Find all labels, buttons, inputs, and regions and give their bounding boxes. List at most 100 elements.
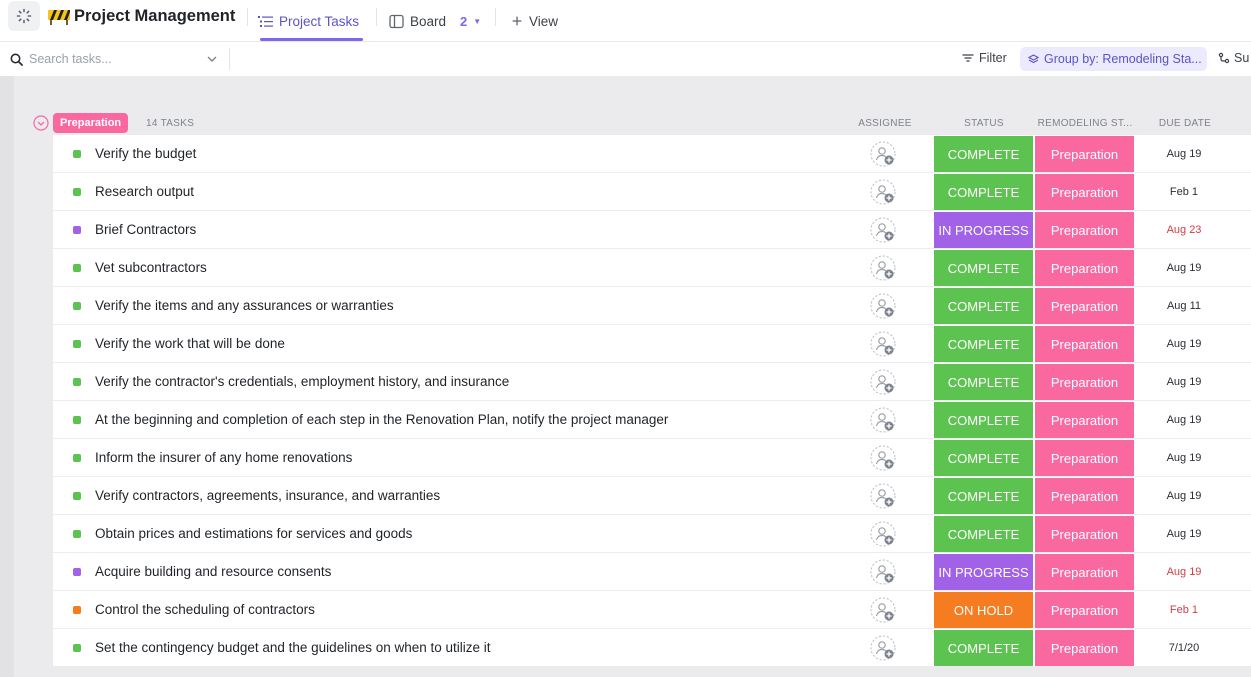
add-assignee-icon[interactable] xyxy=(870,179,897,206)
task-name[interactable]: Acquire building and resource consents xyxy=(95,564,331,579)
page-title[interactable]: Project Management xyxy=(48,6,235,26)
status-badge[interactable]: ON HOLD xyxy=(934,592,1033,628)
due-date[interactable]: Aug 19 xyxy=(1145,490,1223,502)
status-badge[interactable]: COMPLETE xyxy=(934,402,1033,438)
column-header-status[interactable]: STATUS xyxy=(934,118,1034,129)
workspace-spinner-button[interactable] xyxy=(8,1,40,31)
task-name[interactable]: Verify the contractor's credentials, emp… xyxy=(95,374,509,389)
status-badge[interactable]: COMPLETE xyxy=(934,288,1033,324)
remodeling-stage-badge[interactable]: Preparation xyxy=(1035,478,1134,514)
column-header-due-date[interactable]: DUE DATE xyxy=(1145,118,1225,129)
remodeling-stage-badge[interactable]: Preparation xyxy=(1035,402,1134,438)
add-assignee-icon[interactable] xyxy=(870,521,897,548)
remodeling-stage-badge[interactable]: Preparation xyxy=(1035,212,1134,248)
task-name[interactable]: Verify the budget xyxy=(95,146,196,161)
search-box[interactable] xyxy=(10,52,199,66)
status-badge[interactable]: COMPLETE xyxy=(934,516,1033,552)
task-name[interactable]: Set the contingency budget and the guide… xyxy=(95,640,491,655)
due-date[interactable]: Aug 19 xyxy=(1145,414,1223,426)
task-name[interactable]: Vet subcontractors xyxy=(95,260,207,275)
table-row[interactable]: Vet subcontractors COMPLETE Preparation … xyxy=(53,249,1251,287)
due-date[interactable]: Aug 19 xyxy=(1145,376,1223,388)
status-badge[interactable]: COMPLETE xyxy=(934,326,1033,362)
task-name[interactable]: Verify the work that will be done xyxy=(95,336,285,351)
table-row[interactable]: Acquire building and resource consents I… xyxy=(53,553,1251,591)
table-row[interactable]: Obtain prices and estimations for servic… xyxy=(53,515,1251,553)
remodeling-stage-badge[interactable]: Preparation xyxy=(1035,364,1134,400)
status-dot[interactable] xyxy=(73,340,81,348)
status-badge[interactable]: COMPLETE xyxy=(934,478,1033,514)
status-badge[interactable]: COMPLETE xyxy=(934,440,1033,476)
status-dot[interactable] xyxy=(73,264,81,272)
task-name[interactable]: Obtain prices and estimations for servic… xyxy=(95,526,412,541)
remodeling-stage-badge[interactable]: Preparation xyxy=(1035,554,1134,590)
status-dot[interactable] xyxy=(73,644,81,652)
due-date[interactable]: Aug 19 xyxy=(1145,148,1223,160)
status-dot[interactable] xyxy=(73,188,81,196)
chevron-down-circle-icon[interactable] xyxy=(33,115,49,131)
add-assignee-icon[interactable] xyxy=(870,369,897,396)
task-name[interactable]: Brief Contractors xyxy=(95,222,196,237)
add-assignee-icon[interactable] xyxy=(870,331,897,358)
due-date[interactable]: 7/1/20 xyxy=(1145,642,1223,654)
status-badge[interactable]: COMPLETE xyxy=(934,364,1033,400)
add-view-button[interactable]: View xyxy=(511,0,558,42)
due-date[interactable]: Aug 19 xyxy=(1145,452,1223,464)
task-name[interactable]: Inform the insurer of any home renovatio… xyxy=(95,450,352,465)
due-date[interactable]: Aug 19 xyxy=(1145,528,1223,540)
task-name[interactable]: At the beginning and completion of each … xyxy=(95,412,668,427)
caret-down-icon[interactable]: ▼ xyxy=(473,17,481,26)
status-badge[interactable]: COMPLETE xyxy=(934,174,1033,210)
table-row[interactable]: Verify the budget COMPLETE Preparation A… xyxy=(53,135,1251,173)
table-row[interactable]: Brief Contractors IN PROGRESS Preparatio… xyxy=(53,211,1251,249)
task-name[interactable]: Verify the items and any assurances or w… xyxy=(95,298,394,313)
add-assignee-icon[interactable] xyxy=(870,445,897,472)
remodeling-stage-badge[interactable]: Preparation xyxy=(1035,174,1134,210)
column-header-remodeling-stage[interactable]: REMODELING ST... xyxy=(1035,118,1135,129)
table-row[interactable]: Verify contractors, agreements, insuranc… xyxy=(53,477,1251,515)
due-date[interactable]: Aug 19 xyxy=(1145,566,1223,578)
filter-button[interactable]: Filter xyxy=(962,51,1007,65)
remodeling-stage-badge[interactable]: Preparation xyxy=(1035,516,1134,552)
add-assignee-icon[interactable] xyxy=(870,597,897,624)
task-name[interactable]: Research output xyxy=(95,184,194,199)
remodeling-stage-badge[interactable]: Preparation xyxy=(1035,326,1134,362)
tab-board[interactable]: Board 2 ▼ xyxy=(389,0,481,42)
task-name[interactable]: Control the scheduling of contractors xyxy=(95,602,315,617)
add-assignee-icon[interactable] xyxy=(870,483,897,510)
status-badge[interactable]: COMPLETE xyxy=(934,250,1033,286)
column-header-assignee[interactable]: ASSIGNEE xyxy=(852,118,918,129)
status-dot[interactable] xyxy=(73,568,81,576)
add-assignee-icon[interactable] xyxy=(870,559,897,586)
remodeling-stage-badge[interactable]: Preparation xyxy=(1035,440,1134,476)
status-dot[interactable] xyxy=(73,150,81,158)
status-dot[interactable] xyxy=(73,454,81,462)
due-date[interactable]: Feb 1 xyxy=(1145,186,1223,198)
table-row[interactable]: Set the contingency budget and the guide… xyxy=(53,629,1251,667)
status-dot[interactable] xyxy=(73,492,81,500)
add-assignee-icon[interactable] xyxy=(870,217,897,244)
table-row[interactable]: Verify the items and any assurances or w… xyxy=(53,287,1251,325)
status-badge[interactable]: IN PROGRESS xyxy=(934,554,1033,590)
remodeling-stage-badge[interactable]: Preparation xyxy=(1035,288,1134,324)
status-badge[interactable]: IN PROGRESS xyxy=(934,212,1033,248)
status-dot[interactable] xyxy=(73,226,81,234)
table-row[interactable]: At the beginning and completion of each … xyxy=(53,401,1251,439)
due-date[interactable]: Feb 1 xyxy=(1145,604,1223,616)
table-row[interactable]: Control the scheduling of contractors ON… xyxy=(53,591,1251,629)
add-assignee-icon[interactable] xyxy=(870,141,897,168)
add-assignee-icon[interactable] xyxy=(870,635,897,662)
due-date[interactable]: Aug 19 xyxy=(1145,262,1223,274)
add-assignee-icon[interactable] xyxy=(870,407,897,434)
status-dot[interactable] xyxy=(73,606,81,614)
due-date[interactable]: Aug 23 xyxy=(1145,224,1223,236)
table-row[interactable]: Verify the work that will be done COMPLE… xyxy=(53,325,1251,363)
task-name[interactable]: Verify contractors, agreements, insuranc… xyxy=(95,488,440,503)
remodeling-stage-badge[interactable]: Preparation xyxy=(1035,592,1134,628)
status-badge[interactable]: COMPLETE xyxy=(934,630,1033,666)
table-row[interactable]: Inform the insurer of any home renovatio… xyxy=(53,439,1251,477)
remodeling-stage-badge[interactable]: Preparation xyxy=(1035,136,1134,172)
status-dot[interactable] xyxy=(73,302,81,310)
table-row[interactable]: Research output COMPLETE Preparation Feb… xyxy=(53,173,1251,211)
table-row[interactable]: Verify the contractor's credentials, emp… xyxy=(53,363,1251,401)
